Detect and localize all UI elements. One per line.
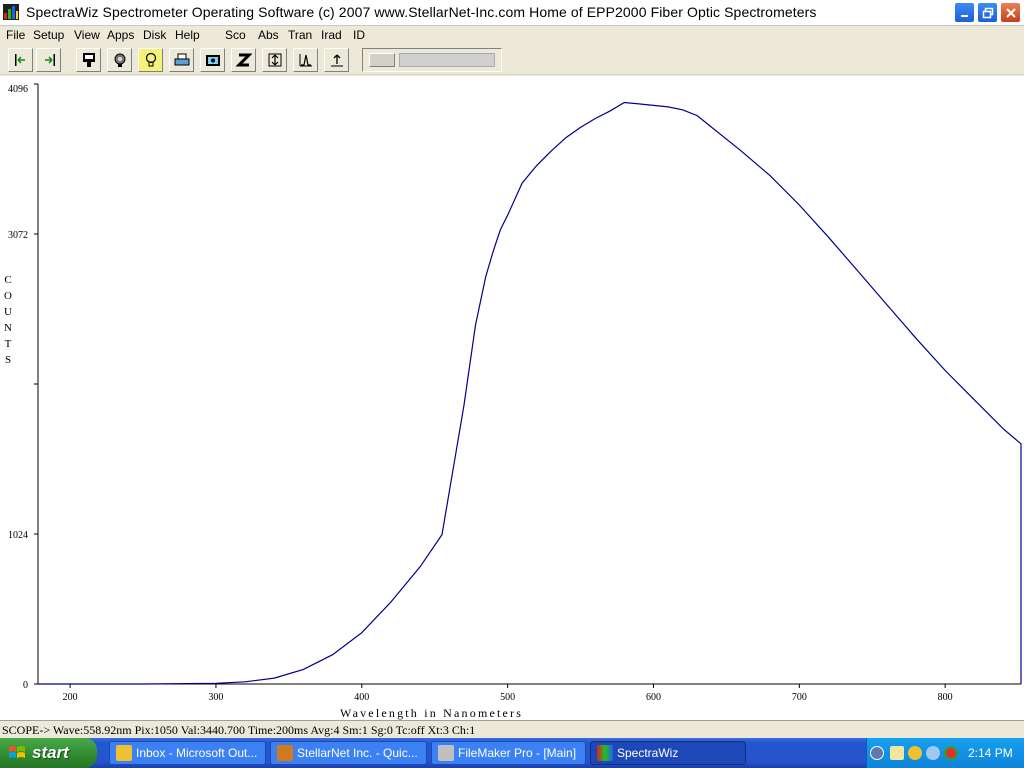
browser-icon: [277, 745, 293, 761]
scroll-right-icon: [44, 54, 55, 66]
y-tick-label: 3072: [8, 230, 28, 241]
save-button[interactable]: [76, 48, 101, 72]
menu-abs[interactable]: Abs: [258, 28, 279, 42]
camera-icon: [205, 55, 220, 66]
y-axis-label: COUNTS: [3, 272, 13, 368]
y-axis-label-char: S: [4, 354, 12, 366]
window-title: SpectraWiz Spectrometer Operating Softwa…: [26, 4, 817, 20]
y-axis-label-char: N: [4, 322, 12, 334]
minimize-button[interactable]: [954, 2, 975, 23]
y-axis-label-char: U: [4, 306, 12, 318]
x-tick-label: 200: [63, 692, 78, 703]
spectrum-line: [38, 101, 1022, 685]
outlook-icon: [116, 745, 132, 761]
close-icon: [1005, 7, 1016, 18]
windows-logo-icon: [9, 746, 25, 758]
scroll-right-button[interactable]: [36, 48, 61, 72]
camera-button[interactable]: [200, 48, 225, 72]
menu-file[interactable]: File: [6, 28, 25, 42]
title-bar: SpectraWiz Spectrometer Operating Softwa…: [0, 0, 1024, 26]
x-tick-label: 700: [792, 692, 807, 703]
save-icon: [82, 53, 95, 67]
task-outlook[interactable]: Inbox - Microsoft Out...: [109, 741, 266, 765]
spectrum-chart[interactable]: 0 1024 3072 4096 200 300 400 500 600 700 800: [0, 76, 1024, 720]
y-axis-label-char: C: [4, 274, 12, 286]
outlook-tray-icon[interactable]: [908, 746, 922, 760]
scroll-left-icon: [14, 54, 25, 66]
integration-slider[interactable]: [362, 48, 502, 72]
menu-irad[interactable]: Irad: [321, 28, 342, 42]
filemaker-icon: [438, 745, 454, 761]
y-axis-label-char: T: [4, 338, 12, 350]
start-label: start: [32, 743, 69, 762]
lamp-icon: [114, 53, 125, 67]
spectrawiz-icon: [597, 745, 613, 761]
task-filemaker[interactable]: FileMaker Pro - [Main]: [431, 741, 586, 765]
peak-icon: [299, 54, 312, 67]
system-tray: 2:14 PM: [866, 738, 1024, 768]
restore-icon: [982, 7, 993, 18]
task-label: Inbox - Microsoft Out...: [136, 746, 258, 760]
tray-expand-icon[interactable]: [870, 746, 884, 760]
y-tick-label: 1024: [8, 530, 28, 541]
close-button[interactable]: [1000, 2, 1021, 23]
print-icon: [174, 53, 189, 66]
slider-track[interactable]: [399, 53, 495, 67]
menu-tran[interactable]: Tran: [288, 28, 312, 42]
menu-apps[interactable]: Apps: [107, 28, 134, 42]
menu-id[interactable]: ID: [353, 28, 365, 42]
menu-help[interactable]: Help: [175, 28, 200, 42]
taskbar: start Inbox - Microsoft Out... StellarNe…: [0, 738, 1024, 768]
restore-button[interactable]: [977, 2, 998, 23]
print-button[interactable]: [169, 48, 194, 72]
start-button[interactable]: start: [0, 738, 97, 768]
zoom-button[interactable]: [231, 48, 256, 72]
lamp-button[interactable]: [107, 48, 132, 72]
export-icon: [330, 54, 343, 67]
y-tick-label: 4096: [8, 84, 28, 95]
bulb-button[interactable]: [138, 48, 163, 72]
search-icon[interactable]: [926, 746, 940, 760]
task-label: SpectraWiz: [617, 746, 679, 760]
autoscale-icon: [268, 53, 281, 67]
mail-icon[interactable]: [890, 746, 904, 760]
x-tick-label: 800: [938, 692, 953, 703]
menu-view[interactable]: View: [74, 28, 100, 42]
task-browser[interactable]: StellarNet Inc. - Quic...: [270, 741, 427, 765]
zoom-icon: [235, 53, 252, 67]
y-tick-label: 0: [23, 680, 28, 691]
menu-sco[interactable]: Sco: [225, 28, 246, 42]
x-tick-label: 500: [500, 692, 515, 703]
peak-button[interactable]: [293, 48, 318, 72]
spectrum-plot[interactable]: 0 1024 3072 4096 200 300 400 500 600 700 800 COUNT…: [0, 76, 1024, 720]
menu-bar: File Setup View Apps Disk Help Sco Abs T…: [0, 26, 1024, 45]
clock: 2:14 PM: [968, 746, 1013, 760]
bulb-icon: [145, 52, 156, 67]
autoscale-button[interactable]: [262, 48, 287, 72]
spectrawiz-app-icon[interactable]: [3, 4, 19, 20]
export-button[interactable]: [324, 48, 349, 72]
x-axis-label: Wavelength in Nanometers: [340, 706, 524, 720]
x-tick-label: 600: [646, 692, 661, 703]
status-bar: SCOPE-> Wave:558.92nm Pix:1050 Val:3440.…: [0, 720, 1024, 738]
minimize-icon: [960, 14, 968, 17]
scroll-left-button[interactable]: [8, 48, 33, 72]
y-axis-label-char: O: [4, 290, 12, 302]
menu-disk[interactable]: Disk: [143, 28, 166, 42]
x-tick-label: 300: [208, 692, 223, 703]
x-tick-label: 400: [354, 692, 369, 703]
task-label: StellarNet Inc. - Quic...: [297, 746, 418, 760]
task-spectrawiz[interactable]: SpectraWiz: [590, 741, 746, 765]
status-readout: SCOPE-> Wave:558.92nm Pix:1050 Val:3440.…: [2, 723, 476, 737]
network-icon[interactable]: [944, 746, 958, 760]
task-label: FileMaker Pro - [Main]: [458, 746, 577, 760]
toolbar: [0, 45, 1024, 75]
slider-thumb[interactable]: [369, 53, 395, 67]
menu-setup[interactable]: Setup: [33, 28, 64, 42]
